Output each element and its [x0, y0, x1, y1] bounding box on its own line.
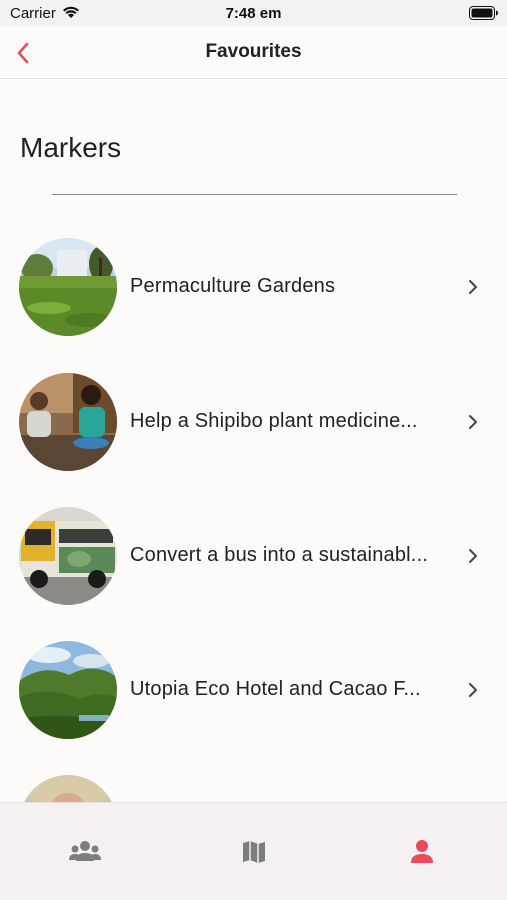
chevron-right-icon	[469, 415, 477, 429]
battery-icon	[469, 6, 499, 25]
marker-item[interactable]	[0, 775, 507, 802]
marker-item[interactable]: Permaculture Gardens	[0, 238, 507, 338]
marker-label: Help a Shipibo plant medicine...	[130, 410, 418, 432]
chevron-right-icon	[469, 280, 477, 294]
divider	[52, 194, 457, 195]
marker-item[interactable]: Convert a bus into a sustainabl...	[0, 507, 507, 607]
marker-label: Convert a bus into a sustainabl...	[130, 544, 429, 566]
marker-thumbnail	[19, 507, 117, 605]
section-title: Markers	[20, 132, 122, 163]
marker-item[interactable]: Help a Shipibo plant medicine...	[0, 373, 507, 473]
marker-label: Utopia Eco Hotel and Cacao F...	[130, 678, 421, 700]
navigation-bar: Favourites	[0, 26, 507, 79]
favourites-content[interactable]: Markers Permaculture Gardens Help a Ship…	[0, 80, 507, 802]
status-bar: Carrier 7:48 em	[0, 0, 507, 26]
marker-thumbnail	[19, 373, 117, 471]
tab-map[interactable]	[236, 839, 272, 867]
tab-community[interactable]	[67, 839, 103, 867]
tab-bar	[0, 802, 507, 900]
page-title: Favourites	[205, 41, 302, 62]
tab-profile[interactable]	[404, 839, 440, 867]
user-icon	[411, 840, 433, 863]
marker-label: Permaculture Gardens	[130, 275, 336, 297]
marker-thumbnail	[19, 238, 117, 336]
marker-thumbnail	[19, 641, 117, 739]
map-icon	[243, 841, 265, 863]
chevron-right-icon	[469, 549, 477, 563]
marker-thumbnail	[19, 775, 117, 802]
clock: 7:48 em	[225, 5, 282, 22]
marker-item[interactable]: Utopia Eco Hotel and Cacao F...	[0, 641, 507, 741]
chevron-right-icon	[469, 683, 477, 697]
users-icon	[69, 841, 101, 861]
